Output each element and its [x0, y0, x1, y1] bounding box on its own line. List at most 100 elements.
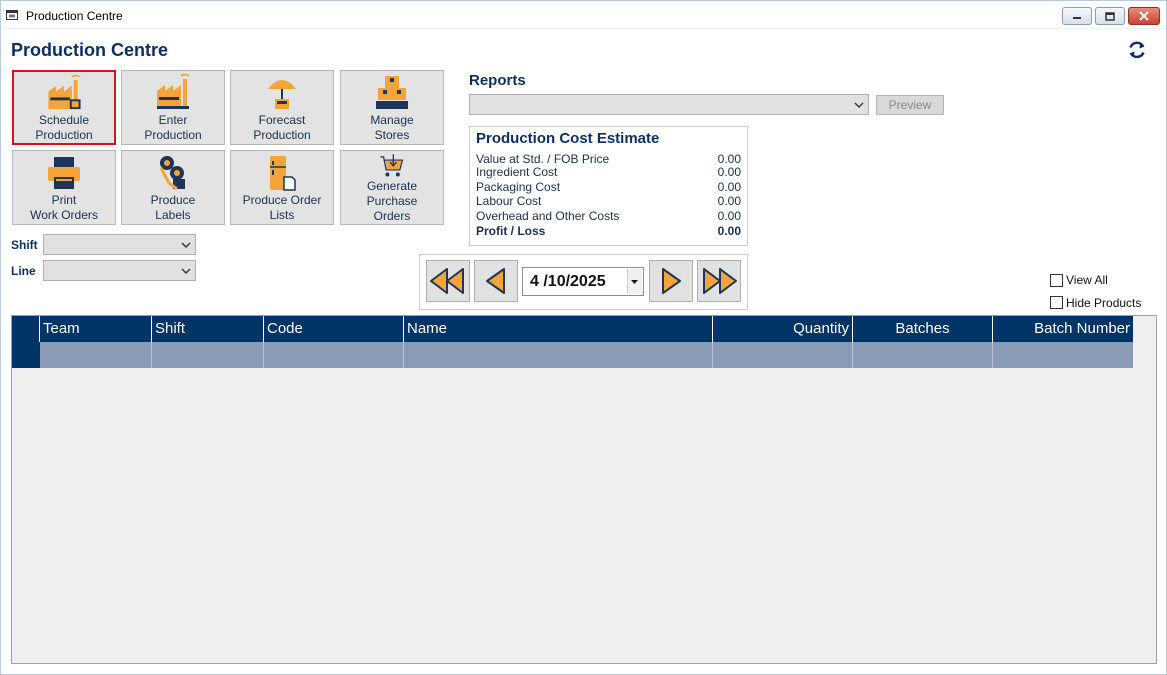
- page-title: Production Centre: [11, 40, 169, 60]
- cell-name[interactable]: [404, 342, 713, 368]
- column-header-name[interactable]: Name: [404, 316, 713, 342]
- minimize-icon: [1073, 17, 1081, 19]
- grid-header: Team Shift Code Name Quantity Batches Ba…: [12, 316, 1133, 342]
- tile-label: Produce Order Lists: [242, 193, 322, 222]
- title-bar: Production Centre: [1, 1, 1166, 29]
- cost-row: Overhead and Other Costs 0.00: [476, 209, 741, 224]
- line-label: Line: [11, 264, 36, 278]
- tile-label: Schedule Production: [35, 113, 93, 142]
- line-dropdown[interactable]: [43, 260, 196, 281]
- shift-dropdown[interactable]: [43, 234, 196, 255]
- cell-quantity[interactable]: [713, 342, 853, 368]
- printer-icon: [48, 157, 80, 189]
- cost-row-label: Profit / Loss: [476, 224, 546, 238]
- print-work-orders-button[interactable]: Print Work Orders: [12, 150, 116, 225]
- production-grid: Team Shift Code Name Quantity Batches Ba…: [11, 315, 1157, 664]
- cost-row-label: Labour Cost: [476, 194, 542, 208]
- cost-row-value: 0.00: [717, 180, 741, 194]
- cost-row-label: Ingredient Cost: [476, 165, 558, 179]
- umbrella-forecast-icon: [268, 80, 296, 109]
- produce-order-lists-button[interactable]: Produce Order Lists: [230, 150, 334, 225]
- refresh-icon[interactable]: [1126, 39, 1148, 61]
- table-row[interactable]: [12, 342, 1133, 368]
- hide-products-checkbox[interactable]: [1050, 296, 1063, 309]
- row-selector[interactable]: [12, 342, 40, 368]
- view-all-label: View All: [1066, 273, 1108, 287]
- factory-icon: [157, 73, 190, 109]
- column-header-batches[interactable]: Batches: [853, 316, 993, 342]
- preview-button[interactable]: Preview: [876, 95, 944, 115]
- column-header-batch-number[interactable]: Batch Number: [993, 316, 1133, 342]
- window-title: Production Centre: [26, 9, 123, 23]
- column-header-quantity[interactable]: Quantity: [713, 316, 853, 342]
- cost-row-label: Value at Std. / FOB Price: [476, 152, 610, 166]
- chevron-down-icon: [854, 102, 864, 108]
- cost-row-value: 0.00: [717, 194, 741, 208]
- cost-row-label: Packaging Cost: [476, 180, 561, 194]
- hide-products-label: Hide Products: [1066, 296, 1142, 310]
- cost-estimate-title: Production Cost Estimate: [476, 130, 660, 147]
- generate-purchase-orders-button[interactable]: Generate Purchase Orders: [340, 150, 444, 225]
- tile-label: Enter Production: [144, 113, 202, 142]
- profit-loss-row: Profit / Loss 0.00: [476, 224, 741, 239]
- cost-row-label: Overhead and Other Costs: [476, 209, 620, 223]
- cost-row-value: 0.00: [717, 224, 741, 238]
- column-header-team[interactable]: Team: [40, 316, 152, 342]
- tile-label: Generate Purchase Orders: [366, 179, 418, 223]
- cell-shift[interactable]: [152, 342, 264, 368]
- next-week-button[interactable]: [697, 260, 741, 302]
- production-centre-window: Production Centre Production Centre Sche…: [0, 0, 1167, 675]
- previous-day-button[interactable]: [474, 260, 518, 302]
- label-rolls-icon: [159, 156, 185, 191]
- chevron-left-icon: [486, 268, 505, 294]
- factory-schedule-icon: [48, 74, 81, 110]
- reports-dropdown[interactable]: [469, 94, 869, 115]
- chevron-down-icon: [181, 268, 191, 274]
- cost-row: Labour Cost 0.00: [476, 194, 741, 209]
- cost-row-value: 0.00: [717, 165, 741, 179]
- cost-row-value: 0.00: [717, 209, 741, 223]
- column-header-code[interactable]: Code: [264, 316, 404, 342]
- fridge-list-icon: [270, 156, 296, 191]
- date-dropdown-button[interactable]: [627, 269, 642, 294]
- produce-labels-button[interactable]: Produce Labels: [121, 150, 225, 225]
- manage-stores-button[interactable]: Manage Stores: [340, 70, 444, 145]
- boxes-stores-icon: [376, 76, 408, 109]
- cost-row-value: 0.00: [717, 152, 741, 166]
- tile-label: Produce Labels: [150, 193, 196, 222]
- maximize-button[interactable]: [1095, 7, 1125, 25]
- date-navigator: 4 /10/2025: [419, 254, 748, 310]
- cell-batch-number[interactable]: [993, 342, 1133, 368]
- tile-label: Manage Stores: [370, 113, 414, 142]
- tile-label: Print Work Orders: [30, 193, 98, 222]
- column-header-shift[interactable]: Shift: [152, 316, 264, 342]
- shopping-cart-icon: [380, 154, 404, 177]
- cost-row: Packaging Cost 0.00: [476, 180, 741, 195]
- next-day-button[interactable]: [649, 260, 693, 302]
- close-icon: [1139, 11, 1149, 21]
- cell-code[interactable]: [264, 342, 404, 368]
- tile-label: Forecast Production: [253, 113, 311, 142]
- caret-down-icon: [631, 280, 638, 284]
- date-picker[interactable]: 4 /10/2025: [522, 267, 644, 296]
- app-window-icon: [6, 10, 18, 20]
- cell-team[interactable]: [40, 342, 152, 368]
- enter-production-button[interactable]: Enter Production: [121, 70, 225, 145]
- production-cost-estimate-panel: Production Cost Estimate Value at Std. /…: [469, 126, 748, 246]
- reports-label: Reports: [469, 72, 526, 89]
- chevron-down-icon: [181, 242, 191, 248]
- shift-label: Shift: [11, 238, 38, 252]
- date-value: 4 /10/2025: [530, 273, 606, 290]
- schedule-production-button[interactable]: Schedule Production: [12, 70, 116, 145]
- previous-week-button[interactable]: [426, 260, 470, 302]
- forecast-production-button[interactable]: Forecast Production: [230, 70, 334, 145]
- double-chevron-left-icon: [430, 268, 464, 294]
- restore-icon: [1105, 11, 1115, 21]
- minimize-button[interactable]: [1062, 7, 1092, 25]
- view-all-checkbox[interactable]: [1050, 274, 1063, 287]
- close-button[interactable]: [1128, 7, 1160, 25]
- double-chevron-right-icon: [703, 268, 737, 294]
- cost-row: Ingredient Cost 0.00: [476, 165, 741, 180]
- cell-batches[interactable]: [853, 342, 993, 368]
- row-header-corner: [12, 316, 40, 342]
